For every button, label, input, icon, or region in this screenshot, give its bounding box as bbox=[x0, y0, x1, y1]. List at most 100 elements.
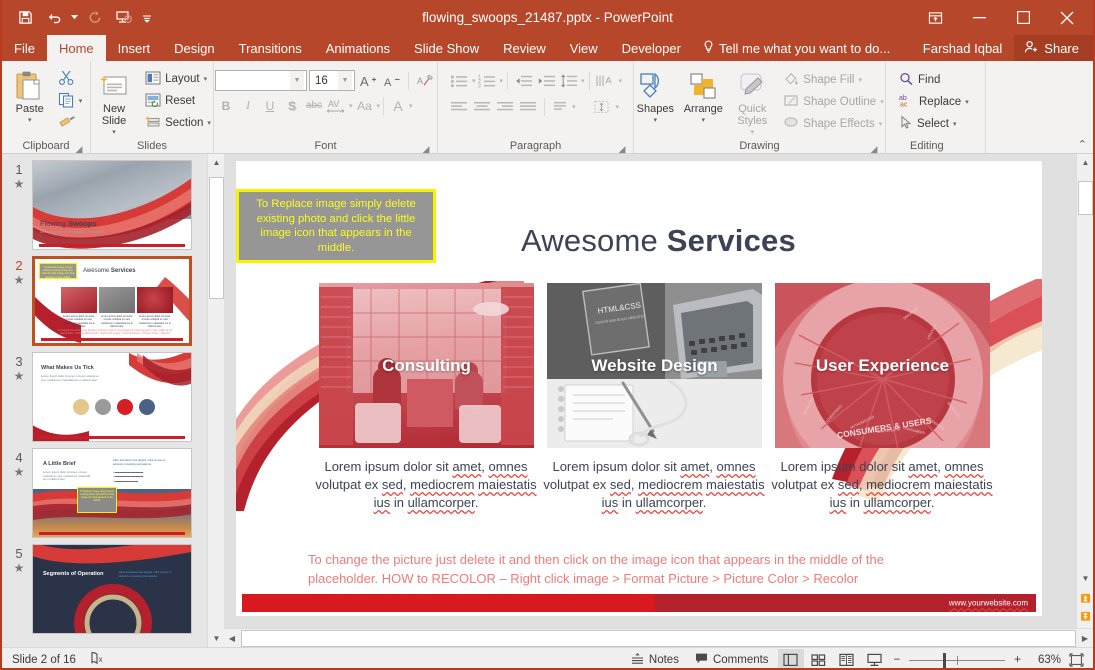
thumbnail-slide-3[interactable]: What Makes Us Tick Lorem ipsum dolor sit… bbox=[32, 352, 192, 442]
font-size-dropdown-icon[interactable]: ▼ bbox=[338, 71, 352, 90]
canvas-scroll-right-button[interactable]: ▶ bbox=[1077, 629, 1093, 648]
canvas-scroll-left-button[interactable]: ◀ bbox=[224, 629, 240, 648]
list-item[interactable]: 4 ★ A Little Brief Lorem ipsum dolor sit… bbox=[2, 442, 207, 538]
select-button[interactable]: Select ▾ bbox=[896, 113, 972, 135]
thumbnail-scrollbar-thumb[interactable] bbox=[209, 177, 224, 299]
layout-dropdown-icon[interactable]: ▾ bbox=[204, 75, 208, 83]
zoom-slider[interactable] bbox=[909, 649, 1006, 668]
ribbon-display-options-icon[interactable] bbox=[913, 2, 957, 34]
thumbnail-scrollbar[interactable]: ▲ ▼ bbox=[207, 154, 225, 647]
thumbnail-scroll-down-button[interactable]: ▼ bbox=[208, 630, 225, 647]
thumbnail-slide-1[interactable]: Flowing Swoops An Animated Presentation … bbox=[32, 160, 192, 250]
minimize-icon[interactable] bbox=[957, 2, 1001, 34]
zoom-level[interactable]: 63% bbox=[1027, 654, 1061, 666]
copy-dropdown-icon[interactable]: ▾ bbox=[79, 97, 83, 105]
normal-view-button[interactable] bbox=[777, 649, 804, 668]
canvas-horizontal-scrollbar[interactable]: ◀ ▶ bbox=[224, 628, 1093, 647]
service-card-3-image[interactable]: CONSUMERS & USERS RETAILERS ADVERTISING … bbox=[775, 283, 990, 448]
justify-button[interactable] bbox=[518, 96, 540, 117]
canvas-scrollbar-thumb[interactable] bbox=[1078, 181, 1093, 215]
paste-button[interactable]: Paste ▾ bbox=[7, 66, 53, 127]
change-case-dropdown-icon[interactable]: ▾ bbox=[377, 102, 381, 110]
service-card-2-image[interactable]: HTML&CSS DESIGN AND BUILD WEBSITES Websi… bbox=[547, 283, 762, 448]
slide-show-button[interactable] bbox=[862, 649, 888, 668]
shape-outline-dropdown-icon[interactable]: ▾ bbox=[880, 98, 884, 106]
text-shadow-button[interactable]: S bbox=[281, 95, 303, 116]
numbering-button[interactable]: 123 bbox=[476, 70, 498, 91]
section-dropdown-icon[interactable]: ▾ bbox=[207, 119, 211, 127]
align-text-dropdown-icon[interactable]: ▾ bbox=[615, 103, 619, 111]
slide-editing-surface[interactable]: To Replace image simply delete existing … bbox=[236, 161, 1042, 616]
list-item[interactable]: 3 ★ What Makes Us Tick Lorem ipsum dolor… bbox=[2, 346, 207, 442]
reset-button[interactable]: Reset bbox=[142, 90, 214, 112]
strikethrough-button[interactable]: abc bbox=[303, 95, 325, 116]
cut-button[interactable] bbox=[55, 68, 86, 90]
shape-fill-button[interactable]: Shape Fill ▾ bbox=[780, 69, 886, 91]
tab-transitions[interactable]: Transitions bbox=[227, 35, 314, 61]
service-card-1-image[interactable]: Consulting bbox=[319, 283, 534, 448]
slide-canvas-pane[interactable]: To Replace image simply delete existing … bbox=[224, 154, 1093, 647]
format-painter-button[interactable] bbox=[55, 112, 86, 134]
quick-styles-button[interactable]: Quick Styles ▾ bbox=[728, 66, 776, 139]
font-name-input[interactable]: ▼ bbox=[215, 70, 307, 91]
slide-indicator[interactable]: Slide 2 of 16 bbox=[12, 654, 76, 666]
layout-button[interactable]: Layout ▾ bbox=[142, 68, 214, 90]
canvas-horizontal-scrollbar-thumb[interactable] bbox=[241, 629, 1076, 647]
align-center-button[interactable] bbox=[472, 96, 494, 117]
service-card-1-caption[interactable]: Lorem ipsum dolor sit amet, omnes volutp… bbox=[312, 458, 540, 512]
character-spacing-button[interactable]: AV bbox=[325, 95, 349, 116]
columns-dropdown-icon[interactable]: ▾ bbox=[572, 103, 576, 111]
section-button[interactable]: Section ▾ bbox=[142, 112, 214, 134]
canvas-scroll-up-button[interactable]: ▲ bbox=[1077, 154, 1093, 171]
previous-slide-button[interactable]: ⏫ bbox=[1077, 590, 1093, 607]
tab-developer[interactable]: Developer bbox=[610, 35, 693, 61]
comments-button[interactable]: Comments bbox=[688, 649, 776, 668]
fit-to-window-button[interactable] bbox=[1063, 649, 1089, 668]
increase-font-size-button[interactable]: A bbox=[357, 70, 379, 91]
text-direction-dropdown-icon[interactable]: ▾ bbox=[619, 77, 623, 85]
list-item[interactable]: 1 ★ Flowing Swoops An Animated Presentat… bbox=[2, 154, 207, 250]
tab-animations[interactable]: Animations bbox=[314, 35, 402, 61]
recolor-instructions[interactable]: To change the picture just delete it and… bbox=[308, 550, 998, 588]
replace-dropdown-icon[interactable]: ▾ bbox=[965, 98, 969, 106]
paragraph-dialog-launcher[interactable]: ◢ bbox=[617, 144, 627, 154]
shapes-dropdown-icon[interactable]: ▾ bbox=[654, 115, 658, 127]
tab-insert[interactable]: Insert bbox=[106, 35, 163, 61]
new-slide-dropdown-icon[interactable]: ▾ bbox=[112, 127, 116, 139]
arrange-dropdown-icon[interactable]: ▾ bbox=[702, 115, 706, 127]
tab-view[interactable]: View bbox=[558, 35, 610, 61]
reading-view-button[interactable] bbox=[834, 649, 860, 668]
zoom-out-button[interactable]: − bbox=[890, 649, 905, 668]
collapse-ribbon-button[interactable]: ⌃ bbox=[1078, 138, 1087, 151]
quick-styles-dropdown-icon[interactable]: ▾ bbox=[751, 127, 755, 139]
service-card-2-caption[interactable]: Lorem ipsum dolor sit amet, omnes volutp… bbox=[540, 458, 768, 512]
new-slide-button[interactable]: New Slide ▾ bbox=[90, 66, 138, 139]
font-color-button[interactable]: A bbox=[387, 95, 409, 116]
font-dialog-launcher[interactable]: ◢ bbox=[421, 144, 431, 154]
arrange-button[interactable]: Arrange ▾ bbox=[680, 66, 726, 127]
shape-outline-button[interactable]: Shape Outline ▾ bbox=[780, 91, 886, 113]
font-name-dropdown-icon[interactable]: ▼ bbox=[290, 71, 304, 90]
drawing-dialog-launcher[interactable]: ◢ bbox=[869, 144, 879, 154]
service-card-3-caption[interactable]: Lorem ipsum dolor sit amet, omnes volutp… bbox=[768, 458, 996, 512]
underline-button[interactable]: U bbox=[259, 95, 281, 116]
maximize-icon[interactable] bbox=[1001, 2, 1045, 34]
tab-home[interactable]: Home bbox=[46, 35, 106, 61]
bullets-button[interactable] bbox=[449, 70, 471, 91]
clipboard-dialog-launcher[interactable]: ◢ bbox=[74, 144, 84, 154]
columns-button[interactable] bbox=[549, 96, 571, 117]
spell-check-icon[interactable]: x bbox=[90, 651, 107, 668]
thumbnail-slide-4[interactable]: A Little Brief Lorem ipsum dolor sit ame… bbox=[32, 448, 192, 538]
decrease-indent-button[interactable] bbox=[512, 70, 534, 91]
line-spacing-button[interactable] bbox=[558, 70, 580, 91]
text-direction-button[interactable]: A bbox=[594, 70, 618, 91]
zoom-in-button[interactable]: + bbox=[1010, 649, 1025, 668]
user-account-name[interactable]: Farshad Iqbal bbox=[911, 35, 1015, 61]
slide-sorter-button[interactable] bbox=[806, 649, 832, 668]
replace-button[interactable]: ab ac Replace ▾ bbox=[896, 91, 972, 113]
clear-formatting-button[interactable]: A bbox=[414, 70, 436, 91]
align-left-button[interactable] bbox=[449, 96, 471, 117]
zoom-slider-handle[interactable] bbox=[943, 653, 947, 668]
align-text-button[interactable] bbox=[590, 96, 614, 117]
list-item[interactable]: 2 ★ To Replace image simply delete exist… bbox=[2, 250, 207, 346]
